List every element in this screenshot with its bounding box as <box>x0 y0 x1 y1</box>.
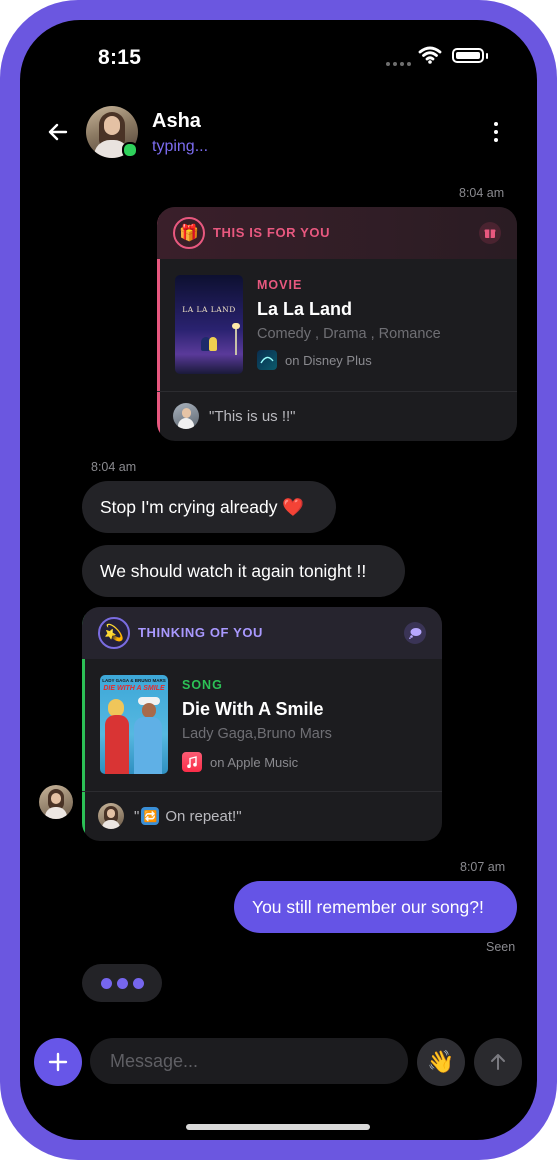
shared-movie-card[interactable]: 🎁 THIS IS FOR YOU LA LA LAND MOVIE La La… <box>157 207 517 441</box>
phone-frame: 8:15 Asha typing... 8:04 am 🎁 THIS IS FO… <box>0 0 557 1160</box>
incoming-message-bubble[interactable]: Stop I'm crying already ❤️ <box>82 481 336 533</box>
typing-indicator <box>82 964 162 1002</box>
provider-name: on Disney Plus <box>285 352 372 368</box>
cover-title: DIE WITH A SMILE <box>103 685 165 692</box>
arrow-up-icon <box>491 1054 505 1070</box>
provider-row: on Disney Plus <box>257 350 372 370</box>
card-header-title: THINKING OF YOU <box>138 625 264 640</box>
media-kind: SONG <box>182 678 223 692</box>
wave-button[interactable]: 👋 <box>417 1038 465 1086</box>
send-button[interactable] <box>474 1038 522 1086</box>
card-note: "This is us !!" <box>173 403 296 429</box>
card-header: 🎁 THIS IS FOR YOU <box>157 207 517 259</box>
sparkle-icon: 💫 <box>98 617 130 649</box>
message-timestamp: 8:04 am <box>91 460 137 474</box>
chat-header: Asha typing... <box>20 100 537 170</box>
card-header-title: THIS IS FOR YOU <box>213 225 331 240</box>
cellular-signal-icon <box>386 62 411 66</box>
note-text: "This is us !!" <box>209 407 296 425</box>
song-cover: LADY GAGA & BRUNO MARS DIE WITH A SMILE <box>100 675 168 774</box>
more-options-icon[interactable] <box>494 122 498 142</box>
typing-status: typing... <box>152 138 209 155</box>
repeat-icon: 🔁 <box>141 807 160 825</box>
media-artists: Lady Gaga,Bruno Mars <box>182 726 332 742</box>
home-indicator[interactable] <box>186 1124 370 1130</box>
message-timestamp: 8:07 am <box>460 860 506 874</box>
cover-artists: LADY GAGA & BRUNO MARS <box>102 678 166 683</box>
back-arrow-icon[interactable] <box>46 120 70 144</box>
plus-icon <box>48 1052 68 1072</box>
card-note: " 🔁 On repeat!" <box>98 803 242 829</box>
status-bar: 8:15 <box>20 20 537 90</box>
battery-icon <box>452 48 484 63</box>
movie-poster: LA LA LAND <box>175 275 243 374</box>
message-composer: 👋 <box>20 1038 537 1090</box>
message-timestamp: 8:04 am <box>459 186 505 200</box>
media-title: Die With A Smile <box>182 699 324 719</box>
card-header: 💫 THINKING OF YOU <box>82 607 442 659</box>
poster-title: LA LA LAND <box>182 305 236 314</box>
wifi-icon <box>418 46 442 64</box>
shared-song-card[interactable]: 💫 THINKING OF YOU LADY GAGA & BRUNO MARS… <box>82 607 442 841</box>
media-genres: Comedy , Drama , Romance <box>257 326 441 342</box>
message-input[interactable] <box>90 1038 408 1084</box>
provider-name: on Apple Music <box>210 754 299 770</box>
note-text: On repeat!" <box>165 807 242 825</box>
chat-screen: 8:15 Asha typing... 8:04 am 🎁 THIS IS FO… <box>20 20 537 1140</box>
waving-hand-icon: 👋 <box>427 1049 455 1074</box>
sender-avatar <box>98 803 124 829</box>
gift-icon: 🎁 <box>173 217 205 249</box>
sender-avatar[interactable] <box>39 785 73 819</box>
online-status-dot <box>122 142 138 158</box>
media-kind: MOVIE <box>257 278 303 292</box>
apple-music-logo-icon <box>182 752 202 772</box>
outgoing-message-bubble[interactable]: You still remember our song?! <box>234 881 517 933</box>
media-title: La La Land <box>257 299 353 319</box>
seen-receipt: Seen <box>486 940 516 954</box>
provider-row: on Apple Music <box>182 752 298 772</box>
thought-bubble-icon <box>404 622 426 644</box>
contact-avatar[interactable] <box>86 106 138 158</box>
card-divider <box>157 391 517 392</box>
battery-tip <box>486 53 488 59</box>
status-time: 8:15 <box>98 46 142 69</box>
disney-plus-logo-icon <box>257 350 277 370</box>
contact-name[interactable]: Asha <box>152 110 201 133</box>
add-attachment-button[interactable] <box>34 1038 82 1086</box>
sender-avatar <box>173 403 199 429</box>
card-divider <box>82 791 442 792</box>
incoming-message-bubble[interactable]: We should watch it again tonight !! <box>82 545 405 597</box>
gift-badge-icon <box>479 222 501 244</box>
